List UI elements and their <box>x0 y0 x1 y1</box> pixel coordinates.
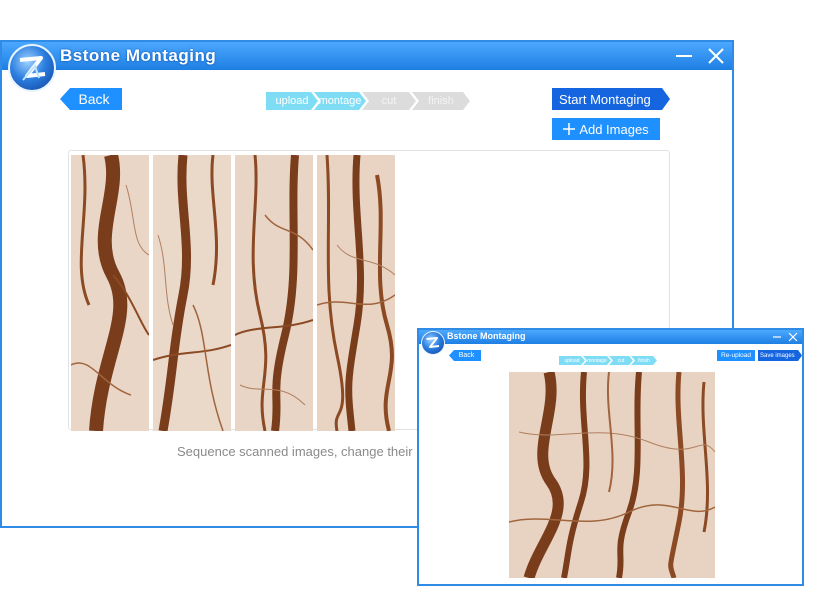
minimize-icon <box>676 55 692 57</box>
close-icon <box>708 48 724 64</box>
scan-image-4[interactable] <box>317 155 395 431</box>
step-finish: finish <box>412 92 470 110</box>
app-logo <box>8 44 56 92</box>
montage-result-image <box>509 372 715 578</box>
close-button[interactable] <box>702 42 730 70</box>
popup-back-button[interactable]: Back <box>449 350 481 361</box>
popup-step-progress: upload montage cut finish <box>559 356 655 365</box>
popup-minimize-button[interactable] <box>770 330 784 344</box>
plus-icon <box>563 123 576 135</box>
popup-title-bar[interactable]: Bstone Montaging <box>419 330 802 344</box>
popup-step-upload: upload <box>559 356 585 365</box>
minimize-icon <box>773 336 781 338</box>
popup-step-cut: cut <box>609 356 633 365</box>
save-images-button[interactable]: Save images <box>758 350 802 361</box>
popup-step-finish: finish <box>631 356 657 365</box>
scan-image-2[interactable] <box>153 155 231 431</box>
app-logo-icon <box>426 337 440 348</box>
step-montage: montage <box>314 92 366 110</box>
step-cut: cut <box>362 92 416 110</box>
popup-close-button[interactable] <box>786 330 800 344</box>
scan-image-3[interactable] <box>235 155 313 431</box>
step-progress: upload montage cut finish <box>266 92 466 110</box>
step-upload: upload <box>266 92 318 110</box>
result-window: Bstone Montaging Back upload montage cut… <box>417 328 804 586</box>
add-images-label: Add Images <box>579 121 649 137</box>
start-montaging-button[interactable]: Start Montaging <box>552 88 670 110</box>
add-images-button[interactable]: Add Images <box>552 118 660 140</box>
window-title: Bstone Montaging <box>60 46 217 65</box>
app-logo-icon <box>19 56 46 81</box>
popup-window-title: Bstone Montaging <box>447 331 526 341</box>
popup-step-montage: montage <box>583 356 611 365</box>
minimize-button[interactable] <box>670 42 698 70</box>
scan-image-1[interactable] <box>71 155 149 431</box>
close-icon <box>788 332 798 342</box>
hint-text: Sequence scanned images, change their ( <box>177 444 421 459</box>
reupload-button[interactable]: Re-upload <box>717 350 755 361</box>
title-bar[interactable]: Bstone Montaging <box>2 42 732 70</box>
popup-app-logo <box>421 331 445 355</box>
back-button[interactable]: Back <box>60 88 122 110</box>
